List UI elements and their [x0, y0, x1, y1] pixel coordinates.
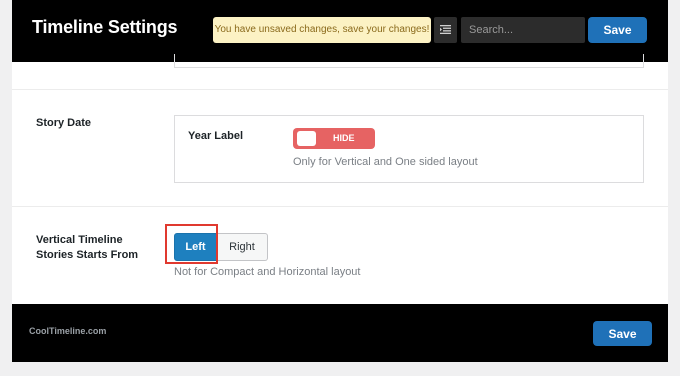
previous-section-box — [174, 54, 644, 68]
divider — [12, 89, 668, 90]
start-right-button[interactable]: Right — [217, 233, 268, 261]
vertical-start-label-line1: Vertical Timeline — [36, 234, 123, 246]
story-date-help: Only for Vertical and One sided layout — [293, 156, 478, 168]
footer-save-button[interactable]: Save — [593, 321, 652, 346]
story-date-label: Story Date — [36, 117, 92, 129]
divider — [12, 206, 668, 207]
year-label-toggle[interactable]: HIDE — [293, 128, 375, 149]
year-label-text: Year Label — [188, 130, 244, 142]
header-bar: Timeline Settings You have unsaved chang… — [12, 0, 668, 62]
save-button[interactable]: Save — [588, 17, 647, 43]
search-input[interactable] — [461, 17, 585, 43]
page-title: Timeline Settings — [32, 17, 178, 37]
vertical-start-label-line2: Stories Starts From — [36, 249, 139, 261]
footer-brand: CoolTimeline.com — [29, 326, 107, 336]
list-icon — [440, 21, 451, 39]
settings-panel: Timeline Settings You have unsaved chang… — [12, 0, 668, 362]
vertical-start-help: Not for Compact and Horizontal layout — [174, 266, 361, 278]
highlight-box — [165, 224, 218, 264]
list-toggle-button[interactable] — [434, 17, 457, 43]
unsaved-changes-notice: You have unsaved changes, save your chan… — [213, 17, 431, 43]
toggle-knob — [297, 131, 316, 146]
story-date-box: Year Label HIDE Only for Vertical and On… — [174, 115, 644, 183]
toggle-state-text: HIDE — [333, 133, 355, 143]
footer-bar: CoolTimeline.com Save — [12, 304, 668, 362]
